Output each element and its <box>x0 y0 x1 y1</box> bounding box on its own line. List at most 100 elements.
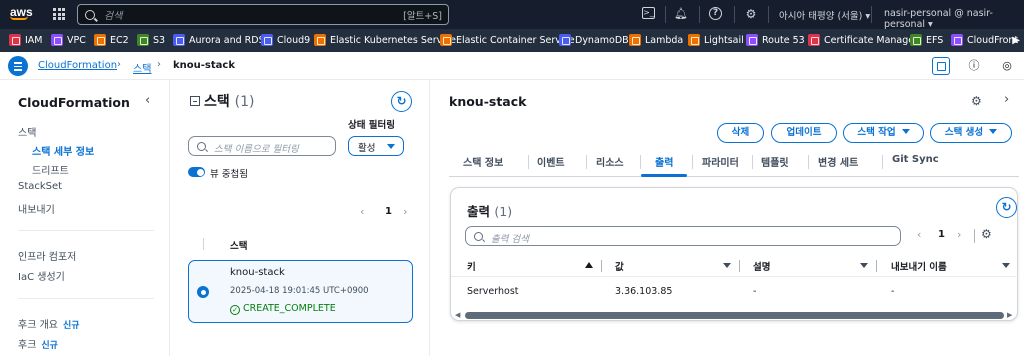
stack-row-card[interactable]: knou-stack 2025-04-18 19:01:45 UTC+0900 … <box>188 260 413 323</box>
settings-gear-icon[interactable]: ⚙ <box>744 7 758 21</box>
nav-item-hooks[interactable]: 후크 신규 <box>18 336 58 351</box>
sort-icon[interactable] <box>1002 263 1010 268</box>
status-filter-label: 상태 필터링 <box>348 120 396 131</box>
stack-name-filter-input[interactable]: 스택 이름으로 필터링 <box>188 136 336 156</box>
stack-actions-button[interactable]: 스택 작업 <box>843 123 924 143</box>
ec2-icon <box>94 34 106 46</box>
next-page-icon[interactable]: › <box>403 205 407 218</box>
region-selector[interactable]: 아시아 태평양 (서울) ▾ <box>779 8 870 22</box>
breadcrumb-cloudformation[interactable]: CloudFormation <box>38 60 117 71</box>
collapse-panel-icon[interactable] <box>190 96 200 106</box>
fav-ecs[interactable]: Elastic Container Service <box>440 34 575 46</box>
page-number[interactable]: 1 <box>385 206 392 217</box>
tab-outputs[interactable]: 출력 <box>655 154 673 169</box>
horizontal-scrollbar[interactable] <box>465 312 1004 319</box>
feedback-icon[interactable]: ◎ <box>998 57 1016 75</box>
fav-iam[interactable]: IAM <box>9 34 43 46</box>
nav-item-infra-composer[interactable]: 인프라 컴포저 <box>18 248 76 263</box>
sort-ascending-icon[interactable] <box>585 262 593 268</box>
fav-ec2[interactable]: EC2 <box>94 34 129 46</box>
sort-icon[interactable] <box>860 263 868 268</box>
stacks-refresh-button[interactable]: ↻ <box>391 91 412 112</box>
help-icon[interactable]: ? <box>709 7 722 20</box>
nav-item-iac-generator[interactable]: IaC 생성기 <box>18 268 65 283</box>
settings-gear-icon[interactable]: ⚙ <box>971 94 982 108</box>
fav-aurora-rds[interactable]: Aurora and RDS <box>173 34 265 46</box>
fav-lightsail[interactable]: Lightsail <box>688 34 744 46</box>
info-icon[interactable]: ⓘ <box>965 57 983 75</box>
tab-template[interactable]: 템플릿 <box>761 154 789 169</box>
nav-item-hooks-overview[interactable]: 후크 개요 신규 <box>18 316 80 331</box>
fav-vpc[interactable]: VPC <box>51 34 86 46</box>
column-header-description[interactable]: 설명 <box>753 259 770 273</box>
fav-cloudfront[interactable]: CloudFront <box>951 34 1018 46</box>
sort-icon[interactable] <box>723 263 731 268</box>
tab-change-sets[interactable]: 변경 세트 <box>818 154 858 169</box>
efs-icon <box>910 34 922 46</box>
output-description: - <box>753 286 757 297</box>
outputs-search-input[interactable]: 출력 검색 <box>465 226 901 246</box>
breadcrumb-separator-icon: › <box>117 59 121 70</box>
prev-page-icon[interactable]: ‹ <box>360 205 364 218</box>
fav-route53[interactable]: Route 53 <box>746 34 805 46</box>
fav-acm[interactable]: Certificate Manager <box>808 34 918 46</box>
output-key: Serverhost <box>467 286 519 297</box>
stack-column-header: 스택 <box>230 241 248 252</box>
search-icon <box>85 9 95 20</box>
aws-logo[interactable]: aws <box>10 5 33 20</box>
prev-page-icon[interactable]: ‹ <box>917 228 921 241</box>
nav-item-stack-detail[interactable]: 스택 세부 정보 <box>32 143 94 158</box>
column-header-key[interactable]: 키 <box>467 259 476 273</box>
nav-item-exports[interactable]: 내보내기 <box>18 201 55 216</box>
lightsail-icon <box>688 34 700 46</box>
cloudshell-icon[interactable]: >_ <box>642 7 655 19</box>
account-menu[interactable]: nasir-personal @ nasir-personal ▾ <box>884 8 1024 30</box>
output-value: 3.36.103.85 <box>615 286 673 297</box>
fav-lambda[interactable]: Lambda <box>629 34 683 46</box>
tab-git-sync[interactable]: Git Sync <box>892 154 939 165</box>
status-filter-select[interactable]: 활성 <box>348 136 404 156</box>
fav-cloud9[interactable]: Cloud9 <box>261 34 310 46</box>
column-header-value[interactable]: 값 <box>615 259 624 273</box>
tab-stack-info[interactable]: 스택 정보 <box>463 154 503 169</box>
nested-view-toggle[interactable] <box>188 167 205 177</box>
bell-icon[interactable]: 🔔︎ <box>674 7 688 21</box>
tab-parameters[interactable]: 파라미터 <box>702 154 739 169</box>
nav-divider <box>18 230 154 231</box>
table-preferences-icon[interactable]: ⚙ <box>981 227 992 241</box>
nav-item-stacks[interactable]: 스택 <box>18 124 36 139</box>
certificate-manager-icon <box>808 34 820 46</box>
fav-efs[interactable]: EFS <box>910 34 943 46</box>
stack-detail-panel: knou-stack ⚙ › 삭제 업데이트 스택 작업 스택 생성 스택 정보… <box>431 80 1024 356</box>
create-stack-button[interactable]: 스택 생성 <box>930 123 1012 143</box>
update-button[interactable]: 업데이트 <box>771 123 837 143</box>
delete-button[interactable]: 삭제 <box>717 123 764 143</box>
tab-events[interactable]: 이벤트 <box>537 154 565 169</box>
outputs-heading: 출력 (1) <box>467 204 513 219</box>
table-header-divider <box>451 276 1019 277</box>
stack-select-radio[interactable] <box>197 286 209 298</box>
output-export-name: - <box>891 286 895 297</box>
scroll-left-icon[interactable]: ◀ <box>455 311 460 319</box>
page-number[interactable]: 1 <box>938 229 945 240</box>
fav-s3[interactable]: S3 <box>137 34 165 46</box>
stacks-panel: 스택 (1) ↻ 상태 필터링 스택 이름으로 필터링 활성 뷰 중첩됨 ‹ 1… <box>170 80 430 356</box>
next-page-icon[interactable]: › <box>957 228 961 241</box>
favorites-scroll-right-icon[interactable]: ▶ <box>1012 35 1020 46</box>
breadcrumb-stacks[interactable]: 스택 <box>133 60 151 75</box>
caret-down-icon <box>989 129 998 134</box>
tab-resources[interactable]: 리소스 <box>596 154 624 169</box>
search-input[interactable]: 검색 [알트+S] <box>77 4 449 25</box>
chevron-right-icon[interactable]: › <box>1004 92 1009 107</box>
outputs-refresh-button[interactable]: ↻ <box>996 197 1017 218</box>
services-menu-icon[interactable] <box>53 8 65 20</box>
nav-collapse-icon[interactable]: ‹ <box>145 93 150 108</box>
side-nav-toggle-button[interactable] <box>8 56 28 76</box>
split-panel-icon[interactable] <box>932 57 950 75</box>
fav-dynamodb[interactable]: DynamoDB <box>559 34 629 46</box>
nav-item-stackset[interactable]: StackSet <box>18 181 62 192</box>
scroll-right-icon[interactable]: ▶ <box>1007 311 1012 319</box>
fav-eks[interactable]: Elastic Kubernetes Service <box>314 34 456 46</box>
column-header-export-name[interactable]: 내보내기 이름 <box>891 259 947 273</box>
nav-item-drift[interactable]: 드리프트 <box>32 162 69 177</box>
